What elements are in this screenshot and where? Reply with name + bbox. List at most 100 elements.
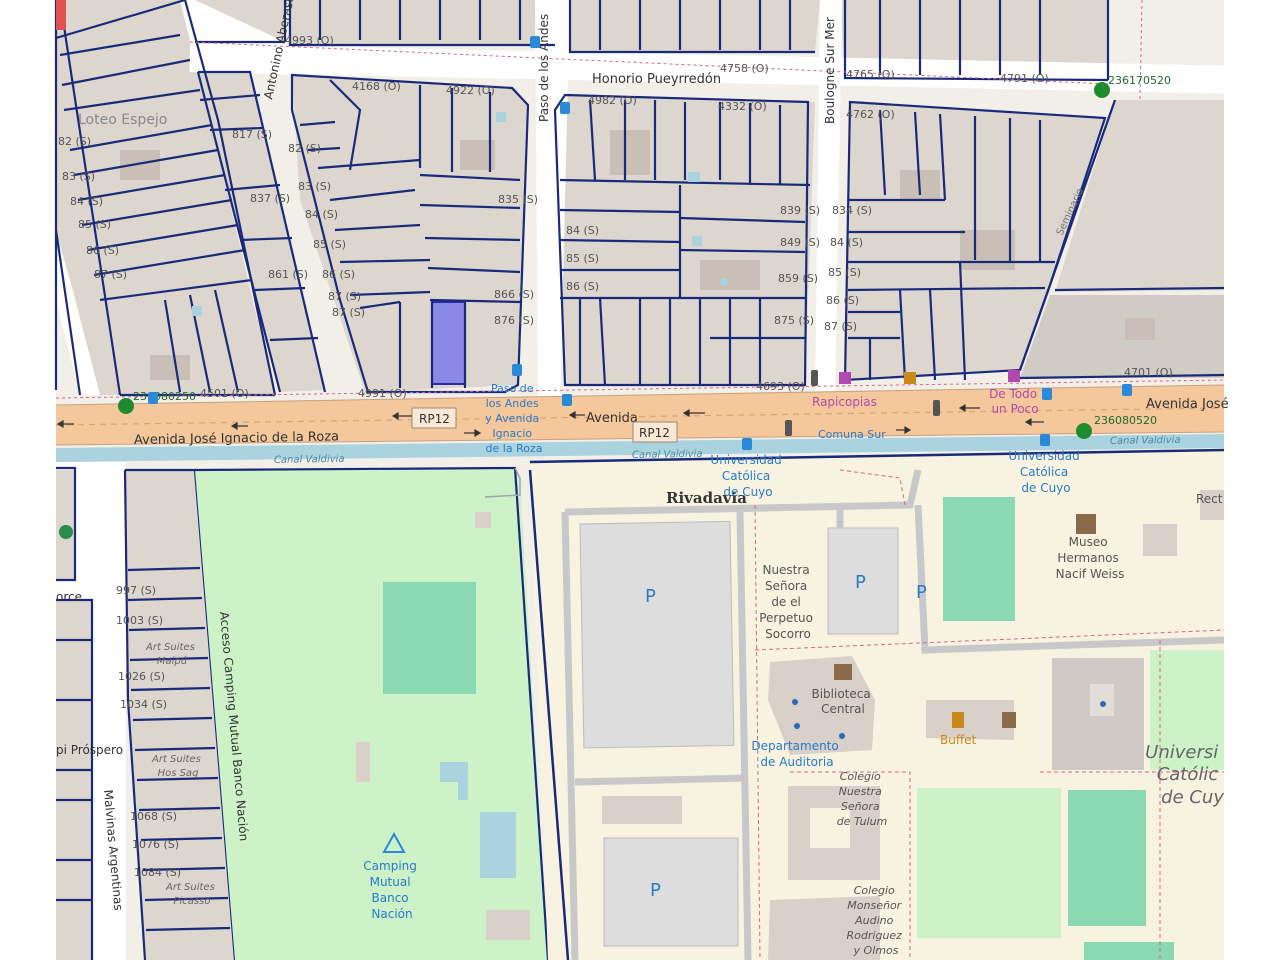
parcel-number: 4791 (O) [1000, 72, 1049, 85]
info-icon [496, 112, 506, 122]
building [700, 260, 760, 290]
parcel-number: 1034 (S) [120, 698, 167, 711]
parcel-number: 84 (S) [830, 236, 863, 249]
parcel-number: 84 (S) [566, 224, 599, 237]
label-rect: Rect [1196, 492, 1223, 506]
shop-icon[interactable] [1008, 370, 1020, 382]
info-icon [692, 236, 702, 246]
park-pitch [383, 582, 476, 694]
label-prospero: pi Próspero [56, 743, 123, 757]
building [1125, 318, 1155, 340]
vending-icon[interactable] [1002, 712, 1016, 728]
parking-label-4: P [650, 880, 661, 901]
building [475, 512, 491, 528]
parcel-number: 86 (S) [826, 294, 859, 307]
label-colegio-audino: Colegio Monseñor Audino Rodriguez y Olmo… [847, 884, 906, 957]
label-canal-2: Canal Valdivia [632, 449, 703, 461]
block-top-3 [570, 0, 820, 52]
parcel-number: 83 (S) [298, 180, 331, 193]
bus-stop-icon[interactable] [148, 392, 158, 404]
label-avenida-mid: Avenida [586, 411, 638, 426]
label-avenida-right: Avenida José [1146, 397, 1229, 412]
parcel-number: 82 (S) [58, 135, 91, 148]
parcel-number: 4991 (O) [358, 387, 407, 400]
building [610, 130, 650, 175]
bus-stop-icon[interactable] [1122, 384, 1132, 396]
marker-dot-3[interactable] [1076, 423, 1092, 439]
parcel-number: 83 (S) [62, 170, 95, 183]
parcel-number: 859 (S) [778, 272, 818, 285]
building [486, 910, 530, 940]
info-icon [56, 0, 66, 30]
parcel-number: 839 (S) [780, 204, 820, 217]
parcel-number: 4993 (O) [285, 34, 334, 47]
parcel-number: 84 (S) [70, 195, 103, 208]
parcel-number: 4922 (O) [446, 84, 495, 97]
label-orce: orce [56, 590, 82, 604]
restaurant-icon[interactable] [952, 712, 964, 728]
poi-dot [792, 699, 798, 705]
parcel-number: 86 (S) [322, 268, 355, 281]
parcel-number: 4501 (O) [200, 387, 249, 400]
left-margin [0, 0, 56, 960]
parcel-number: 4693 (O) [756, 380, 805, 393]
traffic-light-icon [785, 420, 792, 436]
highlighted-parcel[interactable] [431, 301, 466, 385]
bus-stop-icon[interactable] [560, 102, 570, 114]
parking-3 [603, 837, 739, 947]
campus-pitch-1 [943, 497, 1015, 621]
parcel-number: 4758 (O) [720, 62, 769, 75]
block-sw [56, 470, 75, 580]
parcel-number: 835 (S) [498, 193, 538, 206]
parking-label-3: P [916, 582, 927, 603]
bus-stop-icon[interactable] [1040, 434, 1050, 446]
parcel-number: 861 (S) [268, 268, 308, 281]
info-icon [720, 278, 728, 286]
parcel-number: 866 (S) [494, 288, 534, 301]
parcel-number: 4168 (O) [352, 80, 401, 93]
block-east-lower [1020, 295, 1224, 378]
building [960, 230, 1015, 270]
traffic-light-icon [933, 400, 940, 416]
marker-dot-2[interactable] [118, 398, 134, 414]
shop-icon[interactable] [839, 372, 851, 384]
bus-stop-icon[interactable] [530, 36, 540, 48]
bus-stop-icon[interactable] [742, 438, 752, 450]
traffic-light-icon [811, 370, 818, 386]
marker-label-1: 236170520 [1108, 74, 1171, 87]
building [356, 742, 370, 782]
marker-label-3: 236080520 [1094, 414, 1157, 427]
parcel-number: 82 (S) [288, 142, 321, 155]
cafe-icon[interactable] [904, 372, 916, 384]
courtyard [810, 808, 850, 848]
map-canvas[interactable]: 236170520 236080250 236080520 Honorio Pu… [0, 0, 1280, 960]
parcel-number: 87 (S) [94, 268, 127, 281]
parcel-number: 4701 (O) [1124, 366, 1173, 379]
parcel-number: 86 (S) [566, 280, 599, 293]
parcel-number: 85 (S) [313, 238, 346, 251]
parcel-number: 875 (S) [774, 314, 814, 327]
bus-stop-icon[interactable] [1042, 388, 1052, 400]
label-paso-stop: Paso de los Andes y Avenida Ignacio de l… [485, 382, 542, 455]
parcel-number: 834 (S) [832, 204, 872, 217]
bus-stop-icon[interactable] [562, 394, 572, 406]
bus-stop-icon[interactable] [512, 364, 522, 376]
sports-icon[interactable] [59, 525, 73, 539]
label-buffet: Buffet [940, 733, 976, 747]
museum-icon[interactable] [1076, 514, 1096, 534]
parcel-number: 85 (S) [566, 252, 599, 265]
parcel-number: 4982 (O) [588, 94, 637, 107]
parcel-number: 817 (S) [232, 128, 272, 141]
label-detodo: De Todo un Poco [989, 387, 1041, 416]
parcel-number: 84 (S) [305, 208, 338, 221]
campus-pitch-2 [1068, 790, 1146, 926]
park-pool-2 [480, 812, 516, 878]
parcel-number: 1068 (S) [130, 810, 177, 823]
parking-1 [579, 520, 735, 749]
parcel-number: 4765 (O) [846, 68, 895, 81]
campus-field-1 [917, 788, 1061, 938]
marker-label-2: 236080250 [133, 390, 196, 403]
library-icon[interactable] [834, 664, 852, 680]
label-rapicopias: Rapicopias [812, 395, 877, 409]
poi-dot [794, 723, 800, 729]
